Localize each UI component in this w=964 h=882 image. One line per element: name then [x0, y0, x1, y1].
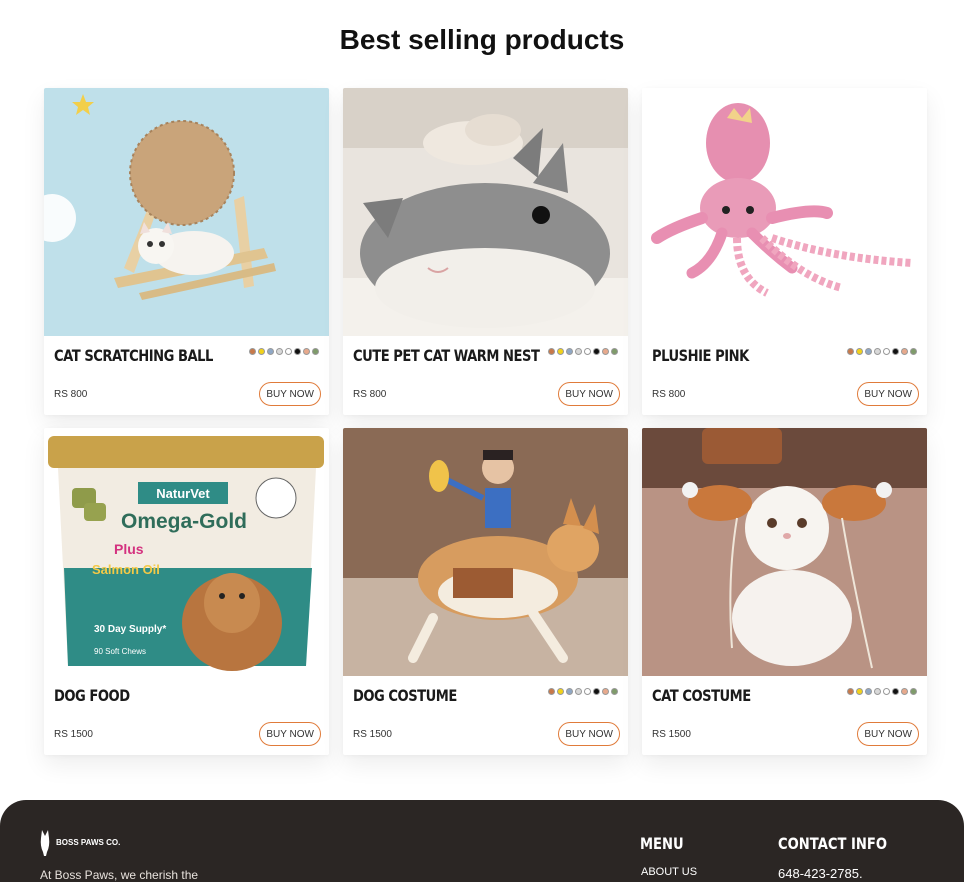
- color-swatch[interactable]: [593, 348, 600, 355]
- food-sub: Salmon Oil: [92, 562, 160, 577]
- color-swatch[interactable]: [312, 348, 319, 355]
- contact-heading: CONTACT INFO: [778, 834, 887, 853]
- color-swatch[interactable]: [892, 688, 899, 695]
- footer-tagline: At Boss Paws, we cherish the: [40, 868, 199, 882]
- buy-now-button[interactable]: BUY NOW: [857, 382, 919, 406]
- logo-text: BOSS PAWS CO.: [56, 837, 121, 847]
- dog-logo-icon: [40, 830, 50, 856]
- color-swatch[interactable]: [874, 348, 881, 355]
- color-swatch[interactable]: [548, 348, 555, 355]
- color-swatch[interactable]: [294, 348, 301, 355]
- color-swatch[interactable]: [258, 348, 265, 355]
- product-card[interactable]: CAT COSTUME RS 1500 BUY NOW: [642, 428, 927, 755]
- color-swatch[interactable]: [901, 688, 908, 695]
- color-swatch[interactable]: [883, 348, 890, 355]
- color-swatch[interactable]: [611, 688, 618, 695]
- color-swatch[interactable]: [584, 348, 591, 355]
- dog-costume-image[interactable]: [343, 428, 628, 676]
- cat-scratching-ball-image[interactable]: [44, 88, 329, 336]
- product-price: RS 1500: [353, 729, 392, 740]
- color-swatch[interactable]: [548, 688, 555, 695]
- color-swatches[interactable]: [548, 688, 618, 695]
- menu-heading: MENU: [640, 834, 684, 853]
- color-swatch[interactable]: [865, 348, 872, 355]
- site-footer: BOSS PAWS CO. At Boss Paws, we cherish t…: [0, 800, 964, 882]
- color-swatch[interactable]: [276, 348, 283, 355]
- product-name: CAT COSTUME: [652, 686, 751, 705]
- color-swatch[interactable]: [584, 688, 591, 695]
- buy-now-button[interactable]: BUY NOW: [558, 722, 620, 746]
- color-swatch[interactable]: [910, 348, 917, 355]
- color-swatch[interactable]: [865, 688, 872, 695]
- food-product: Omega-Gold: [121, 510, 247, 533]
- color-swatch[interactable]: [566, 688, 573, 695]
- color-swatch[interactable]: [566, 348, 573, 355]
- color-swatch[interactable]: [856, 348, 863, 355]
- product-price: RS 800: [54, 389, 88, 400]
- product-price: RS 800: [353, 389, 387, 400]
- product-card[interactable]: PLUSHIE PINK RS 800 BUY NOW: [642, 88, 927, 415]
- product-card[interactable]: CUTE PET CAT WARM NEST RS 800 BUY NOW: [343, 88, 628, 415]
- color-swatch[interactable]: [557, 348, 564, 355]
- color-swatch[interactable]: [910, 688, 917, 695]
- product-card[interactable]: DOG COSTUME RS 1500 BUY NOW: [343, 428, 628, 755]
- color-swatch[interactable]: [593, 688, 600, 695]
- color-swatch[interactable]: [267, 348, 274, 355]
- product-price: RS 1500: [652, 729, 691, 740]
- color-swatch[interactable]: [602, 688, 609, 695]
- product-name: PLUSHIE PINK: [652, 346, 749, 365]
- color-swatch[interactable]: [611, 348, 618, 355]
- shark-pet-bed-image[interactable]: [343, 88, 628, 336]
- dog-food-tub-image[interactable]: NaturVet Omega-Gold Plus Salmon Oil 30 D…: [44, 428, 329, 676]
- product-price: RS 800: [652, 389, 686, 400]
- buy-now-button[interactable]: BUY NOW: [259, 382, 321, 406]
- color-swatch[interactable]: [285, 348, 292, 355]
- product-card[interactable]: NaturVet Omega-Gold Plus Salmon Oil 30 D…: [44, 428, 329, 755]
- color-swatches[interactable]: [548, 348, 618, 355]
- product-card[interactable]: CAT SCRATCHING BALL RS 800 BUY NOW: [44, 88, 329, 415]
- color-swatch[interactable]: [883, 688, 890, 695]
- contact-phone[interactable]: 648-423-2785.: [778, 866, 863, 881]
- buy-now-button[interactable]: BUY NOW: [857, 722, 919, 746]
- color-swatch[interactable]: [847, 688, 854, 695]
- color-swatches[interactable]: [847, 348, 917, 355]
- product-name: CAT SCRATCHING BALL: [54, 346, 213, 365]
- color-swatch[interactable]: [901, 348, 908, 355]
- color-swatch[interactable]: [303, 348, 310, 355]
- product-price: RS 1500: [54, 729, 93, 740]
- color-swatch[interactable]: [557, 688, 564, 695]
- buy-now-button[interactable]: BUY NOW: [558, 382, 620, 406]
- brand-logo[interactable]: BOSS PAWS CO.: [38, 828, 120, 856]
- section-title: Best selling products: [339, 24, 625, 55]
- pink-octopus-plush-image[interactable]: [642, 88, 927, 336]
- color-swatches[interactable]: [249, 348, 319, 355]
- product-name: DOG FOOD: [54, 686, 130, 705]
- color-swatch[interactable]: [874, 688, 881, 695]
- color-swatch[interactable]: [602, 348, 609, 355]
- buy-now-button[interactable]: BUY NOW: [259, 722, 321, 746]
- food-supply: 30 Day Supply*: [94, 624, 166, 635]
- product-name: CUTE PET CAT WARM NEST: [353, 346, 540, 365]
- color-swatch[interactable]: [856, 688, 863, 695]
- color-swatch[interactable]: [575, 688, 582, 695]
- color-swatch[interactable]: [892, 348, 899, 355]
- color-swatch[interactable]: [847, 348, 854, 355]
- color-swatches[interactable]: [847, 688, 917, 695]
- food-brand: NaturVet: [156, 486, 210, 501]
- color-swatch[interactable]: [249, 348, 256, 355]
- cat-costume-image[interactable]: [642, 428, 927, 676]
- food-plus: Plus: [114, 541, 144, 557]
- food-count: 90 Soft Chews: [94, 647, 146, 656]
- menu-link-about-us[interactable]: ABOUT US: [641, 866, 697, 878]
- color-swatch[interactable]: [575, 348, 582, 355]
- product-name: DOG COSTUME: [353, 686, 457, 705]
